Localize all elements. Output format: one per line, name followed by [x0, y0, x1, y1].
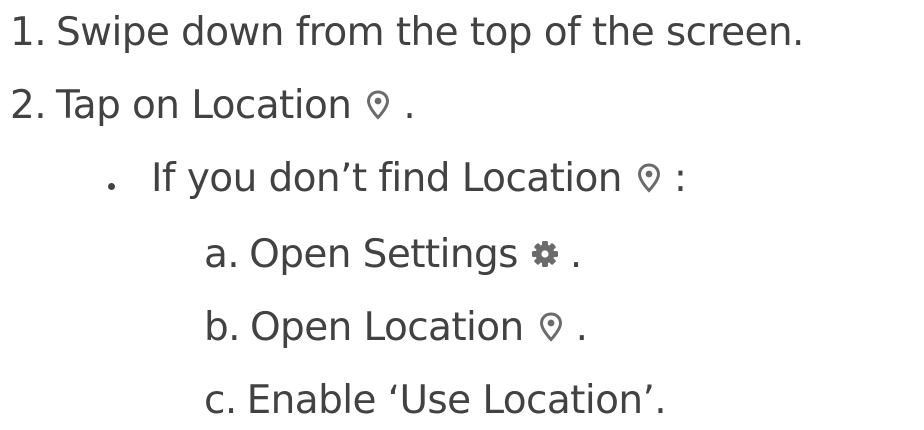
step-1: 1. Swipe down from the top of the screen…	[10, 2, 804, 62]
subitem-a: a. Open Settings .	[204, 224, 582, 284]
subitem-b-period: .	[575, 304, 588, 350]
bullet-dot	[108, 182, 115, 190]
substep-colon: :	[673, 155, 687, 201]
subitem-c: c. Enable ‘Use Location’.	[204, 370, 667, 430]
location-pin-icon	[363, 87, 393, 123]
gear-icon	[530, 236, 560, 272]
subitem-c-label: c.	[204, 377, 237, 423]
location-pin-icon	[536, 309, 566, 345]
subitem-b: b. Open Location .	[204, 297, 588, 357]
step-1-text: Swipe down from the top of the screen.	[56, 9, 804, 55]
subitem-a-text: Open Settings	[249, 231, 518, 277]
step-2-period: .	[403, 82, 416, 128]
step-2-number: 2.	[10, 82, 47, 128]
subitem-a-label: a.	[204, 231, 240, 277]
substep-bullet: If you don’t find Location :	[108, 148, 687, 208]
subitem-b-text: Open Location	[249, 304, 524, 350]
step-2: 2. Tap on Location .	[10, 75, 416, 135]
substep-text: If you don’t find Location	[151, 155, 623, 201]
location-pin-icon	[634, 160, 664, 196]
step-1-number: 1.	[10, 9, 47, 55]
subitem-a-period: .	[569, 231, 582, 277]
subitem-b-label: b.	[204, 304, 241, 350]
subitem-c-text: Enable ‘Use Location’.	[246, 377, 667, 423]
step-2-text: Tap on Location	[56, 82, 352, 128]
